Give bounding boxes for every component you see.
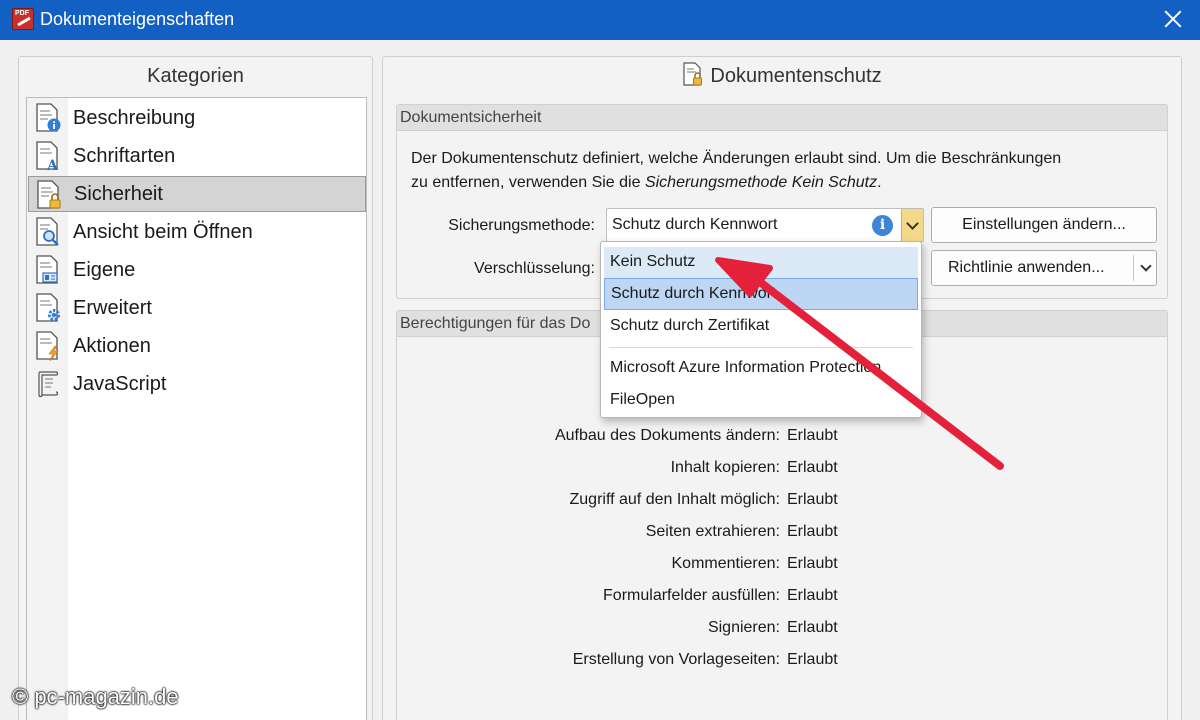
svg-text:A: A bbox=[46, 158, 59, 171]
category-item-eigene[interactable]: Eigene bbox=[28, 252, 366, 288]
document-gear-icon bbox=[36, 293, 60, 322]
category-item-beschreibung[interactable]: Beschreibung bbox=[28, 100, 366, 136]
split-divider bbox=[1133, 255, 1134, 281]
security-group-title: Dokumentsicherheit bbox=[397, 105, 1167, 131]
chevron-down-icon[interactable] bbox=[901, 209, 923, 241]
encryption-label: Verschlüsselung: bbox=[474, 260, 595, 277]
security-method-select[interactable]: Schutz durch Kennwort i bbox=[606, 208, 924, 242]
window-title: Dokumenteigenschaften bbox=[40, 9, 235, 29]
dropdown-separator bbox=[609, 347, 913, 348]
category-item-erweitert[interactable]: Erweitert bbox=[28, 290, 366, 326]
permission-label: Signieren: bbox=[707, 619, 780, 636]
permission-label: Inhalt kopieren: bbox=[670, 459, 780, 476]
dropdown-option-fileopen[interactable]: FileOpen bbox=[604, 385, 918, 417]
security-description: Der Dokumentenschutz definiert, welche Ä… bbox=[411, 147, 1151, 195]
document-lock-icon bbox=[683, 62, 703, 86]
category-label: Erweitert bbox=[73, 296, 152, 319]
permission-label: Aufbau des Dokuments ändern: bbox=[554, 427, 780, 444]
title-bar: PDF Dokumenteigenschaften bbox=[0, 0, 1200, 40]
category-item-aktionen[interactable]: Aktionen bbox=[28, 328, 366, 364]
permission-value: Erlaubt bbox=[787, 491, 838, 508]
permission-row: Erstellung von Vorlageseiten: Erlaubt bbox=[397, 651, 1169, 675]
document-lock-icon bbox=[37, 180, 61, 209]
permission-label: Formularfelder ausfüllen: bbox=[603, 587, 780, 604]
permission-row: Aufbau des Dokuments ändern: Erlaubt bbox=[397, 427, 1169, 451]
category-label: Ansicht beim Öffnen bbox=[73, 220, 253, 243]
close-button[interactable] bbox=[1160, 6, 1186, 32]
category-item-javascript[interactable]: JavaScript bbox=[28, 366, 366, 402]
dropdown-option-kennwort[interactable]: Schutz durch Kennwort bbox=[604, 278, 918, 310]
category-label: JavaScript bbox=[73, 372, 167, 395]
description-period: . bbox=[877, 174, 882, 191]
permission-value: Erlaubt bbox=[787, 427, 838, 444]
permission-row: Inhalt kopieren: Erlaubt bbox=[397, 459, 1169, 483]
dropdown-option-kein-schutz[interactable]: Kein Schutz bbox=[604, 247, 918, 279]
watermark: © pc-magazin.de bbox=[12, 684, 179, 709]
script-scroll-icon bbox=[38, 371, 59, 398]
permission-row: Kommentieren: Erlaubt bbox=[397, 555, 1169, 579]
document-custom-icon bbox=[36, 255, 58, 284]
category-label: Eigene bbox=[73, 258, 136, 281]
categories-header: Kategorien bbox=[147, 65, 244, 87]
document-lightning-icon bbox=[36, 331, 59, 361]
permission-label: Erstellung von Vorlageseiten: bbox=[572, 651, 780, 668]
category-label: Schriftarten bbox=[73, 144, 176, 167]
change-settings-button[interactable]: Einstellungen ändern... bbox=[931, 207, 1157, 243]
permission-value: Erlaubt bbox=[787, 459, 838, 476]
security-method-dropdown: Kein Schutz Schutz durch Kennwort Schutz… bbox=[600, 241, 922, 418]
document-info-icon bbox=[36, 103, 61, 132]
info-icon[interactable]: i bbox=[872, 215, 893, 236]
permission-label: Zugriff auf den Inhalt möglich: bbox=[569, 491, 781, 508]
panel-header: Dokumentenschutz bbox=[383, 57, 1181, 95]
security-method-value: Schutz durch Kennwort bbox=[612, 216, 778, 233]
chevron-down-icon[interactable] bbox=[1140, 260, 1152, 272]
app-icon-text: PDF bbox=[15, 10, 29, 17]
apply-policy-label: Richtlinie anwenden... bbox=[948, 259, 1105, 276]
description-line-1: Der Dokumentenschutz definiert, welche Ä… bbox=[411, 150, 1062, 167]
category-item-ansicht[interactable]: Ansicht beim Öffnen bbox=[28, 214, 366, 250]
permission-row: Zugriff auf den Inhalt möglich: Erlaubt bbox=[397, 491, 1169, 515]
category-item-schriftarten[interactable]: A Schriftarten bbox=[28, 138, 366, 174]
description-line-2: zu entfernen, verwenden Sie die bbox=[411, 174, 645, 191]
category-list: Beschreibung A Schriftarten Sicherheit A… bbox=[26, 97, 367, 720]
panel-title: Dokumentenschutz bbox=[710, 65, 882, 87]
permission-value: Erlaubt bbox=[787, 619, 838, 636]
permission-value: Erlaubt bbox=[787, 651, 838, 668]
category-item-sicherheit[interactable]: Sicherheit bbox=[28, 176, 366, 212]
method-label: Sicherungsmethode: bbox=[448, 217, 595, 234]
dropdown-option-zertifikat[interactable]: Schutz durch Zertifikat bbox=[604, 311, 918, 343]
permission-value: Erlaubt bbox=[787, 587, 838, 604]
categories-panel: Kategorien Beschreibung A Schriftarten S… bbox=[18, 56, 373, 720]
permission-value: Erlaubt bbox=[787, 555, 838, 572]
permission-label: Seiten extrahieren: bbox=[645, 523, 780, 540]
permission-row: Formularfelder ausfüllen: Erlaubt bbox=[397, 587, 1169, 611]
category-label: Beschreibung bbox=[73, 106, 196, 129]
document-magnifier-icon bbox=[36, 217, 59, 246]
apply-policy-button[interactable]: Richtlinie anwenden... bbox=[931, 250, 1157, 286]
document-font-icon: A bbox=[36, 141, 59, 171]
permission-row: Signieren: Erlaubt bbox=[397, 619, 1169, 643]
description-emphasis: Sicherungsmethode Kein Schutz bbox=[644, 174, 878, 191]
category-label: Aktionen bbox=[73, 334, 151, 357]
pdf-app-icon: PDF bbox=[12, 8, 34, 30]
permission-row: Seiten extrahieren: Erlaubt bbox=[397, 523, 1169, 547]
category-label: Sicherheit bbox=[74, 182, 163, 205]
dropdown-option-azure[interactable]: Microsoft Azure Information Protection bbox=[604, 353, 918, 385]
pen-glyph bbox=[17, 16, 31, 27]
permission-value: Erlaubt bbox=[787, 523, 838, 540]
permission-label: Kommentieren: bbox=[671, 555, 781, 572]
